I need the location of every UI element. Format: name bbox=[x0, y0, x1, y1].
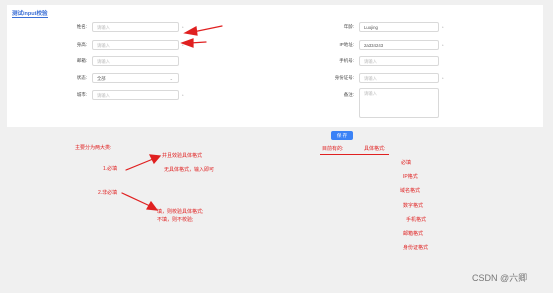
arrow-head-optional-detail bbox=[146, 200, 159, 211]
format-item: 邮箱格式 bbox=[403, 231, 424, 237]
arrow-head-required-detail bbox=[148, 154, 162, 165]
ip-label: IP地址: bbox=[339, 42, 354, 47]
age-input[interactable]: Luojing bbox=[359, 22, 439, 32]
annotation-item1: 1.必填 bbox=[103, 166, 118, 172]
status-select[interactable]: 全部 ⌄ bbox=[92, 73, 179, 83]
status-select-value: 全部 bbox=[97, 76, 106, 81]
annotation-item1-detail-a: 并且效验具体格式 bbox=[162, 153, 203, 159]
status-label: 状态: bbox=[76, 75, 87, 80]
city-input[interactable]: 请输入 bbox=[92, 90, 179, 100]
id-card-label: 身份证号: bbox=[334, 75, 354, 80]
title-underline bbox=[12, 17, 48, 18]
phone-label: 手机号: bbox=[339, 58, 354, 63]
email-input[interactable]: 请输入 bbox=[92, 56, 179, 66]
arrow-optional-detail bbox=[121, 192, 151, 207]
ip-required-mark: * bbox=[442, 43, 444, 48]
id-card-input[interactable]: 请输入 bbox=[359, 73, 439, 83]
email-label: 邮箱: bbox=[76, 58, 87, 63]
arrow-required-detail bbox=[125, 158, 154, 171]
age-required-mark: * bbox=[442, 25, 444, 30]
save-button[interactable]: 保 存 bbox=[331, 131, 353, 140]
height-input[interactable]: 请输入 bbox=[92, 40, 179, 50]
city-required-mark: * bbox=[182, 93, 184, 98]
name-required-mark: * bbox=[182, 25, 184, 30]
page-title: 测试input校验 bbox=[12, 11, 48, 17]
name-label: 姓名: bbox=[76, 24, 87, 29]
ip-input[interactable]: 2a334243 bbox=[359, 40, 439, 50]
remark-textarea[interactable]: 请输入 bbox=[359, 88, 439, 118]
format-item: 域名格式 bbox=[400, 188, 421, 194]
watermark: CSDN @六卿 bbox=[472, 273, 528, 283]
age-label: 年龄: bbox=[343, 24, 354, 29]
annotation-item2: 2.非必填 bbox=[98, 190, 118, 196]
phone-input[interactable]: 请输入 bbox=[359, 56, 439, 66]
annotation-underline bbox=[320, 154, 389, 155]
format-item: 身份证格式 bbox=[403, 245, 429, 251]
height-required-mark: * bbox=[182, 43, 184, 48]
height-label: 身高: bbox=[76, 42, 87, 47]
chevron-down-icon: ⌄ bbox=[169, 76, 173, 81]
annotation-item2-detail-a: 填，则校验具体格式; bbox=[157, 209, 204, 215]
annotation-existing: 目前有的: bbox=[322, 146, 344, 152]
annotation-item1-detail-b: 无具体格式，输入即可 bbox=[164, 167, 215, 173]
id-card-required-mark: * bbox=[442, 76, 444, 81]
annotation-item2-detail-b: 不填，则不校验; bbox=[157, 217, 194, 223]
format-item: 手机格式 bbox=[406, 217, 427, 223]
format-item: IP格式 bbox=[403, 174, 418, 180]
format-item: 必填 bbox=[401, 160, 412, 166]
name-input[interactable]: 请输入 bbox=[92, 22, 179, 32]
annotation-formats-label: 具体格式: bbox=[364, 146, 386, 152]
annotation-main-title: 主要分为两大类: bbox=[75, 145, 112, 151]
format-item: 数字格式 bbox=[403, 203, 424, 209]
city-label: 城市: bbox=[76, 92, 87, 97]
remark-label: 备注: bbox=[343, 92, 354, 97]
form-panel: 测试input校验 姓名: 请输入 * 身高: 请输入 * 邮箱: 请输入 状态… bbox=[7, 5, 543, 127]
